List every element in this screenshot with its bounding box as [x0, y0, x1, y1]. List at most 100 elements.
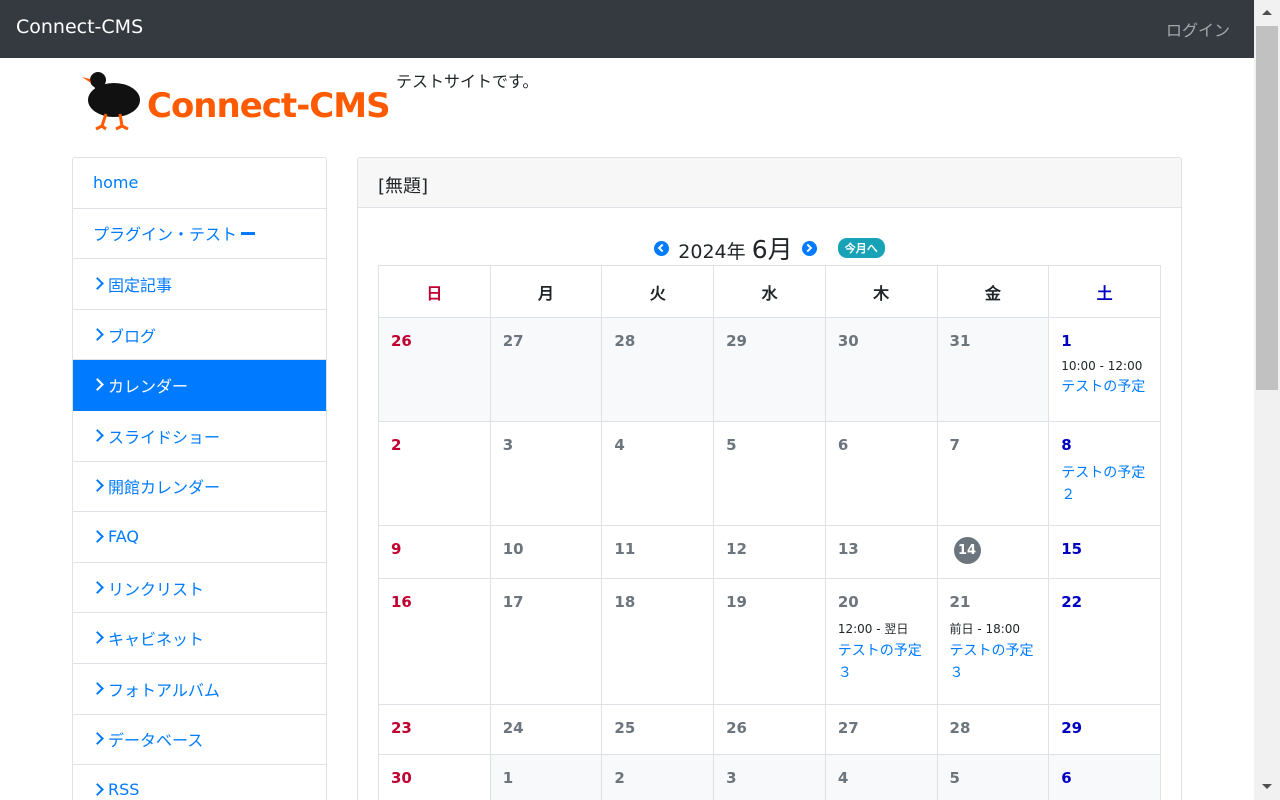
calendar-week-row: 16 17 18 19 20 12:00 - 翌日 テストの予定３ 21 前日 - 18:00 テ…: [378, 578, 1161, 705]
sidebar-item-label: FAQ: [108, 527, 139, 547]
chevron-right-icon: [93, 328, 103, 342]
sidebar-item-slideshow[interactable]: スライドショー: [73, 411, 326, 462]
chevron-right-icon: [93, 530, 103, 544]
sidebar-item-label: 開館カレンダー: [108, 478, 221, 498]
calendar-day-cell: 21 前日 - 18:00 テストの予定３: [936, 578, 1050, 705]
day-number: 26: [726, 719, 747, 737]
sidebar-menu: home プラグイン・テスト 固定記事 ブログ カレンダー スライドショー 開館…: [72, 157, 327, 800]
event-link[interactable]: テストの予定: [1061, 377, 1148, 399]
sidebar-item-faq[interactable]: FAQ: [73, 512, 326, 563]
calendar-grid: 日 月 火 水 木 金 土 26 27 28 29 30 31 1 10:00 - 12:00…: [378, 265, 1161, 800]
day-number: 31: [949, 332, 971, 350]
sidebar-item-photo-album[interactable]: フォトアルバム: [73, 664, 326, 715]
day-number: 27: [502, 332, 524, 350]
day-number: 2: [614, 769, 625, 787]
sidebar-item-label: 固定記事: [108, 275, 173, 295]
calendar-day-cell: 29: [713, 317, 826, 422]
day-number: 24: [502, 719, 524, 737]
day-number: 30: [837, 332, 859, 350]
sidebar-item-opening-calendar[interactable]: 開館カレンダー: [73, 462, 326, 513]
sidebar-item-label: カレンダー: [108, 377, 189, 397]
calendar-day-cell: 3: [489, 421, 603, 526]
next-month-icon[interactable]: [801, 240, 817, 256]
weekday-header-row: 日 月 火 水 木 金 土: [378, 265, 1161, 318]
sidebar-item-fixed-article[interactable]: 固定記事: [73, 259, 326, 310]
day-number: 5: [726, 436, 737, 454]
chevron-right-icon: [93, 378, 103, 392]
bird-logo-icon: [82, 72, 140, 131]
calendar-day-cell: 3: [713, 754, 826, 800]
frame-title: [無題]: [358, 158, 1181, 208]
login-link[interactable]: ログイン: [1166, 17, 1230, 41]
sidebar-item-label: home: [93, 173, 139, 193]
sidebar-item-blog[interactable]: ブログ: [73, 310, 326, 361]
calendar-day-cell: 12: [713, 525, 826, 579]
site-tagline: テストサイトです。: [396, 72, 539, 91]
calendar-day-cell: 2: [601, 754, 715, 800]
day-number: 1: [1061, 332, 1072, 350]
day-number: 12: [726, 540, 747, 558]
day-number: 3: [502, 436, 514, 454]
logo-text: Connect-CMS: [147, 86, 391, 126]
calendar-day-cell: 19: [713, 578, 826, 705]
calendar-week-row: 30 1 2 3 4 5 6: [378, 754, 1161, 800]
prev-month-icon[interactable]: [654, 240, 670, 256]
today-day-number: 14: [953, 537, 981, 564]
calendar-day-cell: 22: [1048, 578, 1161, 705]
site-brand[interactable]: Connect-CMS: [16, 16, 143, 38]
day-number: 29: [1061, 719, 1083, 737]
calendar-day-cell: 27: [824, 704, 938, 755]
day-number: 15: [1061, 540, 1083, 558]
chevron-right-icon: [93, 479, 103, 493]
month-navigation: 2024年 6月 今月へ: [358, 230, 1181, 266]
day-number: 22: [1061, 593, 1083, 611]
sidebar-item-home[interactable]: home: [73, 158, 326, 209]
this-month-button[interactable]: 今月へ: [837, 238, 885, 258]
weekday-thu: 木: [824, 265, 938, 318]
weekday-sat: 土: [1048, 265, 1161, 318]
chevron-right-icon: [93, 682, 103, 696]
year-label: 2024年: [678, 241, 746, 263]
calendar-day-cell: 4: [824, 754, 938, 800]
scroll-up-arrow-icon[interactable]: [1254, 0, 1280, 26]
calendar-day-cell: 5: [713, 421, 826, 526]
day-number: 3: [726, 769, 737, 787]
sidebar-item-label: ブログ: [108, 326, 157, 346]
day-number: 25: [614, 719, 636, 737]
calendar-day-cell: 30: [824, 317, 938, 422]
sidebar-item-calendar[interactable]: カレンダー: [73, 360, 326, 411]
calendar-day-cell: 18: [601, 578, 715, 705]
day-number: 10: [502, 540, 524, 558]
sidebar-item-database[interactable]: データベース: [73, 715, 326, 766]
calendar-day-cell: 15: [1048, 525, 1161, 579]
event-time: 前日 - 18:00: [949, 622, 1021, 636]
weekday-tue: 火: [601, 265, 715, 318]
calendar-day-cell: 9: [378, 525, 491, 579]
scrollbar-thumb[interactable]: [1256, 26, 1278, 390]
event-link[interactable]: テストの予定３: [838, 641, 925, 684]
calendar-day-cell: 11: [601, 525, 715, 579]
sidebar-item-label: データベース: [108, 731, 204, 751]
sidebar-item-label: RSS: [108, 780, 140, 800]
day-number: 29: [726, 332, 747, 350]
event-link[interactable]: テストの予定３: [950, 641, 1037, 684]
scroll-down-arrow-icon[interactable]: [1254, 774, 1280, 800]
day-number: 6: [837, 436, 849, 454]
calendar-week-row: 9 10 11 12 13 14 15: [378, 525, 1161, 579]
weekday-wed: 水: [713, 265, 826, 318]
page-scrollbar[interactable]: [1254, 0, 1280, 800]
minus-icon: [241, 231, 256, 235]
sidebar-item-link-list[interactable]: リンクリスト: [73, 563, 326, 614]
sidebar-item-plugin-test[interactable]: プラグイン・テスト: [73, 209, 326, 260]
day-number: 6: [1061, 769, 1072, 787]
chevron-right-icon: [93, 581, 103, 595]
day-number: 4: [614, 436, 625, 454]
event-link[interactable]: テストの予定２: [1061, 463, 1148, 506]
calendar-day-cell: 13: [824, 525, 938, 579]
sidebar-item-cabinet[interactable]: キャビネット: [73, 613, 326, 664]
day-number: 28: [949, 719, 971, 737]
calendar-week-row: 23 24 25 26 27 28 29: [378, 704, 1161, 755]
weekday-sun: 日: [378, 265, 491, 318]
day-number: 26: [391, 332, 412, 350]
sidebar-item-rss[interactable]: RSS: [73, 765, 326, 800]
